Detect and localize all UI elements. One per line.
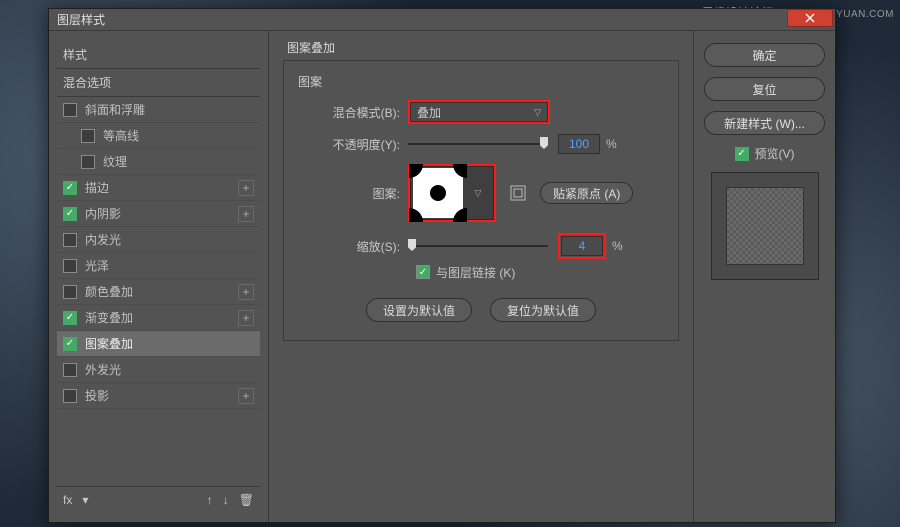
close-icon [805, 13, 815, 23]
snap-origin-button[interactable]: 贴紧原点 (A) [540, 182, 633, 204]
move-up-icon[interactable]: ↑ [207, 493, 213, 507]
scale-unit: % [612, 239, 623, 253]
effect-checkbox[interactable] [63, 311, 77, 325]
trash-icon[interactable]: 🗑 [239, 493, 254, 507]
effect-checkbox[interactable] [63, 363, 77, 377]
effect-row-0[interactable]: 斜面和浮雕 [57, 97, 260, 123]
highlight-pattern: ▽ [408, 164, 496, 222]
opacity-input[interactable]: 100 [558, 134, 600, 154]
effect-row-3[interactable]: 描边+ [57, 175, 260, 201]
effect-checkbox[interactable] [63, 181, 77, 195]
effect-checkbox[interactable] [81, 155, 95, 169]
chevron-down-icon[interactable]: ▾ [82, 493, 88, 507]
effect-row-5[interactable]: 内发光 [57, 227, 260, 253]
effect-label: 内阴影 [85, 205, 238, 222]
make-default-button[interactable]: 设置为默认值 [366, 298, 472, 322]
opacity-thumb[interactable] [540, 137, 548, 149]
effect-row-8[interactable]: 渐变叠加+ [57, 305, 260, 331]
effect-label: 描边 [85, 179, 238, 196]
link-layer-checkbox[interactable] [416, 265, 430, 279]
add-effect-button[interactable]: + [238, 284, 254, 300]
effect-label: 内发光 [85, 231, 254, 248]
chevron-down-icon: ▽ [463, 188, 493, 199]
effect-checkbox[interactable] [63, 259, 77, 273]
effect-row-2[interactable]: 纹理 [57, 149, 260, 175]
move-down-icon[interactable]: ↓ [223, 493, 229, 507]
highlight-scale: 4 [558, 233, 606, 259]
scale-label: 缩放(S): [298, 238, 408, 255]
effect-label: 图案叠加 [85, 335, 254, 352]
titlebar: 图层样式 [49, 9, 835, 31]
sidebar-header-styles[interactable]: 样式 [57, 41, 260, 68]
effect-label: 斜面和浮雕 [85, 101, 254, 118]
opacity-label: 不透明度(Y): [298, 136, 408, 153]
add-effect-button[interactable]: + [238, 206, 254, 222]
scale-thumb[interactable] [408, 239, 416, 251]
preview-box [711, 172, 819, 280]
effect-label: 外发光 [85, 361, 254, 378]
scale-input[interactable]: 4 [561, 236, 603, 256]
blend-mode-label: 混合模式(B): [298, 104, 408, 121]
highlight-blend: 叠加 ▽ [408, 100, 550, 124]
effect-row-9[interactable]: 图案叠加 [57, 331, 260, 357]
add-effect-button[interactable]: + [238, 310, 254, 326]
effect-label: 渐变叠加 [85, 309, 238, 326]
blend-mode-value: 叠加 [417, 104, 441, 121]
sub-title: 图案 [298, 73, 664, 90]
effects-list: 斜面和浮雕等高线纹理描边+内阴影+内发光光泽颜色叠加+渐变叠加+图案叠加外发光投… [57, 97, 260, 486]
effect-label: 投影 [85, 387, 238, 404]
link-layer-label: 与图层链接 (K) [436, 264, 515, 281]
add-effect-button[interactable]: + [238, 388, 254, 404]
effect-row-11[interactable]: 投影+ [57, 383, 260, 409]
effect-checkbox[interactable] [63, 337, 77, 351]
layer-style-dialog: 图层样式 样式 混合选项 斜面和浮雕等高线纹理描边+内阴影+内发光光泽颜色叠加+… [48, 8, 836, 523]
effect-checkbox[interactable] [63, 207, 77, 221]
add-effect-button[interactable]: + [238, 180, 254, 196]
effect-label: 颜色叠加 [85, 283, 238, 300]
opacity-slider[interactable] [408, 137, 548, 151]
effect-row-7[interactable]: 颜色叠加+ [57, 279, 260, 305]
effect-checkbox[interactable] [63, 285, 77, 299]
right-panel: 确定 复位 新建样式 (W)... 预览(V) [693, 31, 835, 522]
reset-button[interactable]: 复位 [704, 77, 825, 101]
effect-label: 纹理 [103, 153, 254, 170]
sidebar-header-blend-options[interactable]: 混合选项 [57, 68, 260, 97]
pattern-picker[interactable]: ▽ [410, 166, 494, 220]
snap-origin-icon[interactable] [510, 185, 526, 201]
close-button[interactable] [787, 9, 833, 27]
effect-checkbox[interactable] [81, 129, 95, 143]
opacity-unit: % [606, 137, 617, 151]
effect-row-4[interactable]: 内阴影+ [57, 201, 260, 227]
group-title: 图案叠加 [287, 39, 679, 56]
effect-row-1[interactable]: 等高线 [57, 123, 260, 149]
preview-swatch [726, 187, 804, 265]
chevron-down-icon: ▽ [534, 107, 541, 118]
preview-checkbox[interactable] [735, 147, 749, 161]
fx-menu-button[interactable]: fx [63, 493, 72, 507]
effect-label: 等高线 [103, 127, 254, 144]
sidebar-footer: fx ▾ ↑ ↓ 🗑 [57, 486, 260, 512]
dialog-title: 图层样式 [57, 11, 105, 28]
ok-button[interactable]: 确定 [704, 43, 825, 67]
effect-checkbox[interactable] [63, 103, 77, 117]
styles-sidebar: 样式 混合选项 斜面和浮雕等高线纹理描边+内阴影+内发光光泽颜色叠加+渐变叠加+… [49, 31, 269, 522]
effect-row-6[interactable]: 光泽 [57, 253, 260, 279]
effect-checkbox[interactable] [63, 389, 77, 403]
effect-row-10[interactable]: 外发光 [57, 357, 260, 383]
blend-mode-select[interactable]: 叠加 ▽ [410, 102, 548, 122]
pattern-label: 图案: [298, 185, 408, 202]
effect-label: 光泽 [85, 257, 254, 274]
new-style-button[interactable]: 新建样式 (W)... [704, 111, 825, 135]
settings-panel: 图案叠加 图案 混合模式(B): 叠加 ▽ 不透明度(Y): [269, 31, 693, 522]
preview-label: 预览(V) [755, 145, 795, 162]
reset-default-button[interactable]: 复位为默认值 [490, 298, 596, 322]
pattern-swatch [413, 168, 463, 218]
effect-checkbox[interactable] [63, 233, 77, 247]
scale-slider[interactable] [408, 239, 548, 253]
